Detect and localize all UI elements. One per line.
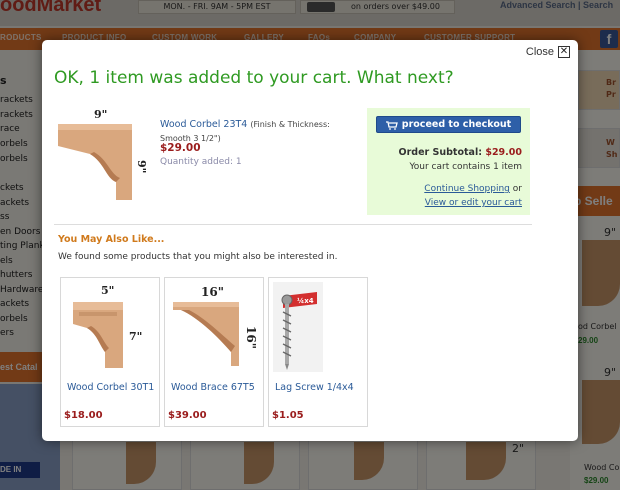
suggestion-name[interactable]: Wood Brace 67T5 xyxy=(171,382,255,393)
order-subtotal: Order Subtotal: $29.00 xyxy=(399,147,522,158)
cart-links: Continue Shopping or View or edit your c… xyxy=(424,182,522,210)
product-price: $29.00 xyxy=(160,142,201,154)
product-quantity: Quantity added: 1 xyxy=(160,157,242,167)
suggestion-dim-side: 7" xyxy=(129,330,142,343)
also-like-subtitle: We found some products that you might al… xyxy=(58,252,338,262)
modal-title: OK, 1 item was added to your cart. What … xyxy=(54,68,454,88)
continue-shopping-link[interactable]: Continue Shopping xyxy=(424,184,510,194)
close-label: Close xyxy=(525,46,554,58)
suggestion-name[interactable]: Wood Corbel 30T1 xyxy=(67,382,154,393)
suggestion-price: $1.05 xyxy=(272,410,304,421)
suggestion-dim-top: 16" xyxy=(201,285,224,299)
checkout-label: proceed to checkout xyxy=(401,119,512,130)
suggestion-card[interactable]: 5" 7" Wood Corbel 30T1 $18.00 xyxy=(60,277,160,427)
suggestion-image[interactable]: 5" 7" xyxy=(65,282,155,376)
suggestion-image[interactable]: ¼x4 xyxy=(273,282,363,376)
suggestion-price: $39.00 xyxy=(168,410,207,421)
screw-tag-text: ¼x4 xyxy=(297,297,314,305)
product-dim-side: 9" xyxy=(135,160,148,173)
cart-summary: proceed to checkout Order Subtotal: $29.… xyxy=(367,108,530,215)
product-image[interactable]: 9" 9" xyxy=(54,108,150,208)
subtotal-label: Order Subtotal: xyxy=(398,147,483,158)
also-like-heading: You May Also Like... xyxy=(58,234,165,245)
suggestion-dim-side: 16" xyxy=(244,326,258,349)
suggestion-dim-top: 5" xyxy=(101,284,114,297)
cart-icon xyxy=(385,120,398,130)
product-name[interactable]: Wood Corbel 23T4 xyxy=(160,119,247,130)
divider xyxy=(54,224,532,225)
added-to-cart-modal: Close ✕ OK, 1 item was added to your car… xyxy=(42,40,578,441)
suggestion-price: $18.00 xyxy=(64,410,103,421)
suggestion-image[interactable]: 16" 16" xyxy=(169,282,259,376)
close-button[interactable]: Close ✕ xyxy=(526,46,570,58)
suggestion-card[interactable]: 16" 16" Wood Brace 67T5 $39.00 xyxy=(164,277,264,427)
suggestion-card[interactable]: ¼x4 Lag Screw 1/4x4 $1.05 xyxy=(268,277,368,427)
suggestion-name[interactable]: Lag Screw 1/4x4 xyxy=(275,382,354,393)
close-x-icon[interactable]: ✕ xyxy=(558,46,570,58)
proceed-to-checkout-button[interactable]: proceed to checkout xyxy=(376,116,521,133)
subtotal-value: $29.00 xyxy=(485,147,522,158)
view-edit-cart-link[interactable]: View or edit your cart xyxy=(425,198,522,208)
cart-item-count: Your cart contains 1 item xyxy=(409,162,522,172)
product-dim-top: 9" xyxy=(94,108,107,121)
or-text: or xyxy=(512,184,522,194)
